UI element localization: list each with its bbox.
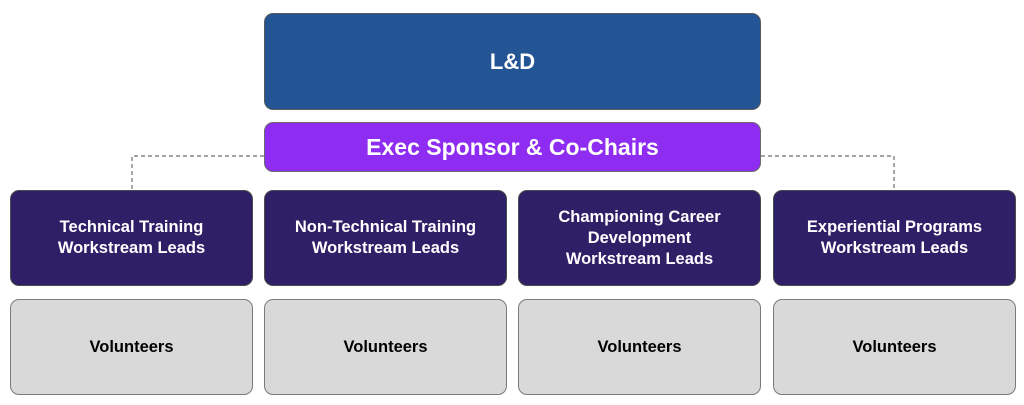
- volunteers-label: Volunteers: [343, 337, 428, 356]
- workstream-lead-node: Experiential Programs Workstream Leads: [773, 190, 1016, 286]
- exec-sponsor-node: Exec Sponsor & Co-Chairs: [264, 122, 761, 172]
- workstream-lead-label: Non-Technical Training Workstream Leads: [294, 218, 477, 257]
- left-dashed-connector: [131, 155, 264, 190]
- workstream-lead-node: Technical Training Workstream Leads: [10, 190, 253, 286]
- exec-sponsor-node-label: Exec Sponsor & Co-Chairs: [366, 133, 659, 160]
- volunteers-node: Volunteers: [518, 299, 761, 395]
- workstream-lead-label: Championing Career Development Workstrea…: [558, 207, 721, 268]
- volunteers-node: Volunteers: [10, 299, 253, 395]
- ld-node-label: L&D: [489, 48, 536, 74]
- workstream-lead-node: Non-Technical Training Workstream Leads: [264, 190, 507, 286]
- right-dashed-connector: [761, 155, 895, 190]
- workstream-lead-label: Technical Training Workstream Leads: [57, 218, 206, 257]
- volunteers-node: Volunteers: [773, 299, 1016, 395]
- workstream-lead-node: Championing Career Development Workstrea…: [518, 190, 761, 286]
- volunteers-node: Volunteers: [264, 299, 507, 395]
- volunteers-label: Volunteers: [597, 337, 682, 356]
- workstream-lead-label: Experiential Programs Workstream Leads: [806, 218, 983, 257]
- volunteers-label: Volunteers: [852, 337, 937, 356]
- ld-node: L&D: [264, 13, 761, 110]
- volunteers-label: Volunteers: [89, 337, 174, 356]
